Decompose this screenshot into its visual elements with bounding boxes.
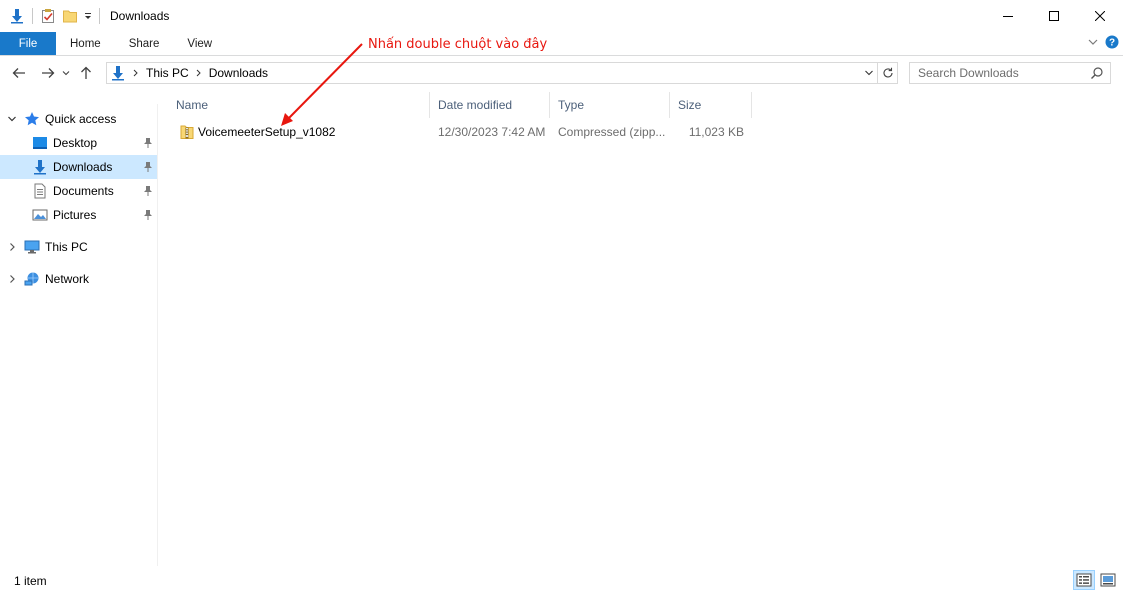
breadcrumb-downloads[interactable]: Downloads bbox=[209, 66, 268, 80]
nav-label: Pictures bbox=[53, 208, 97, 222]
tab-file[interactable]: File bbox=[0, 32, 56, 55]
nav-label: Downloads bbox=[53, 160, 113, 174]
nav-pictures[interactable]: Pictures bbox=[0, 203, 157, 227]
nav-label: Quick access bbox=[45, 112, 117, 126]
help-icon[interactable]: ? bbox=[1105, 35, 1119, 52]
downloads-icon bbox=[110, 65, 126, 81]
quick-access-toolbar bbox=[0, 0, 104, 32]
column-header-name[interactable]: Name bbox=[168, 92, 430, 118]
tab-view[interactable]: View bbox=[173, 32, 226, 55]
new-folder-icon[interactable] bbox=[59, 5, 81, 27]
star-icon bbox=[24, 111, 40, 127]
tab-home[interactable]: Home bbox=[56, 32, 115, 55]
address-bar[interactable]: This PC Downloads bbox=[106, 62, 898, 84]
downloads-icon[interactable] bbox=[6, 5, 28, 27]
column-header-size[interactable]: Size bbox=[670, 92, 752, 118]
column-header-type[interactable]: Type bbox=[550, 92, 670, 118]
file-date-modified: 12/30/2023 7:42 AM bbox=[438, 125, 546, 139]
back-button[interactable] bbox=[7, 61, 31, 85]
item-count: 1 item bbox=[14, 573, 47, 588]
chevron-down-icon[interactable] bbox=[6, 113, 18, 125]
recent-locations-dropdown[interactable] bbox=[60, 61, 72, 85]
toolbar-divider bbox=[99, 8, 100, 24]
view-switcher bbox=[1073, 570, 1119, 590]
navigation-pane: Quick access Desktop Downloads Documents bbox=[0, 104, 158, 566]
window-title: Downloads bbox=[110, 9, 170, 23]
maximize-button[interactable] bbox=[1031, 0, 1077, 32]
window-controls bbox=[985, 0, 1123, 32]
computer-icon bbox=[24, 239, 40, 255]
documents-icon bbox=[32, 183, 48, 199]
annotation-label: Nhấn double chuột vào đây bbox=[368, 37, 548, 52]
details-view-button[interactable] bbox=[1073, 570, 1095, 590]
chevron-right-icon[interactable] bbox=[6, 273, 18, 285]
ribbon-tabs: File Home Share View ? bbox=[0, 32, 1123, 56]
nav-network[interactable]: Network bbox=[0, 267, 157, 291]
search-icon[interactable] bbox=[1090, 66, 1104, 83]
file-size: 11,023 KB bbox=[688, 125, 744, 139]
column-header-date-modified[interactable]: Date modified bbox=[430, 92, 550, 118]
nav-downloads[interactable]: Downloads bbox=[0, 155, 157, 179]
nav-desktop[interactable]: Desktop bbox=[0, 131, 157, 155]
chevron-right-icon[interactable] bbox=[196, 69, 202, 77]
downloads-icon bbox=[32, 159, 48, 175]
forward-button[interactable] bbox=[36, 61, 60, 85]
chevron-right-icon[interactable] bbox=[133, 69, 139, 77]
close-button[interactable] bbox=[1077, 0, 1123, 32]
search-input[interactable] bbox=[918, 66, 1088, 80]
customize-toolbar-icon[interactable] bbox=[81, 5, 95, 27]
pin-icon[interactable] bbox=[143, 185, 153, 200]
nav-label: Documents bbox=[53, 184, 114, 198]
file-list: Name Date modified Type Size Voicemeeter… bbox=[168, 90, 1123, 560]
nav-label: Network bbox=[45, 272, 90, 286]
nav-documents[interactable]: Documents bbox=[0, 179, 157, 203]
chevron-right-icon[interactable] bbox=[6, 241, 18, 253]
title-bar: Downloads bbox=[0, 0, 1123, 32]
status-bar: 1 item bbox=[0, 568, 1123, 593]
breadcrumb-this-pc[interactable]: This PC bbox=[146, 66, 189, 80]
nav-quick-access[interactable]: Quick access bbox=[0, 107, 157, 131]
up-button[interactable] bbox=[74, 61, 98, 85]
nav-this-pc[interactable]: This PC bbox=[0, 235, 157, 259]
file-row[interactable]: VoicemeeterSetup_v1082 12/30/2023 7:42 A… bbox=[176, 120, 756, 144]
pictures-icon bbox=[32, 207, 48, 223]
pin-icon[interactable] bbox=[143, 137, 153, 152]
refresh-button[interactable] bbox=[877, 63, 897, 83]
expand-ribbon-icon[interactable] bbox=[1087, 36, 1099, 51]
tab-share[interactable]: Share bbox=[115, 32, 174, 55]
properties-icon[interactable] bbox=[37, 5, 59, 27]
large-icons-view-button[interactable] bbox=[1097, 570, 1119, 590]
address-dropdown-button[interactable] bbox=[861, 63, 877, 83]
nav-label: Desktop bbox=[53, 136, 98, 150]
nav-label: This PC bbox=[45, 240, 88, 254]
search-box[interactable] bbox=[909, 62, 1111, 84]
minimize-button[interactable] bbox=[985, 0, 1031, 32]
toolbar-divider bbox=[32, 8, 33, 24]
file-type: Compressed (zipp... bbox=[558, 125, 666, 139]
pin-icon[interactable] bbox=[143, 209, 153, 224]
file-name[interactable]: VoicemeeterSetup_v1082 bbox=[198, 120, 335, 144]
network-icon bbox=[24, 271, 40, 287]
pin-icon[interactable] bbox=[143, 161, 153, 176]
zip-folder-icon bbox=[180, 120, 194, 144]
svg-text:?: ? bbox=[1109, 38, 1115, 49]
ribbon-right: ? bbox=[1087, 32, 1123, 55]
desktop-icon bbox=[32, 135, 48, 151]
